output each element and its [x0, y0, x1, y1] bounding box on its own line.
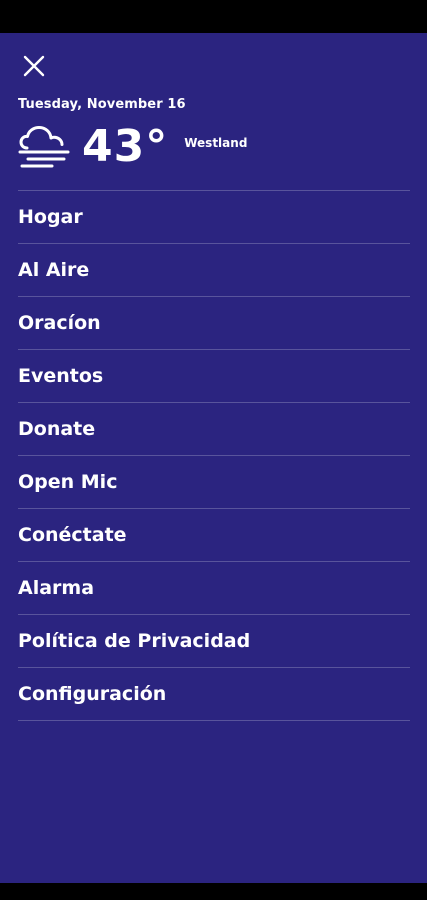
menu-item-eventos[interactable]: Eventos: [18, 350, 410, 403]
menu-item-al-aire[interactable]: Al Aire: [18, 244, 410, 297]
location-label: Westland: [184, 136, 248, 150]
menu-item-open-mic[interactable]: Open Mic: [18, 456, 410, 509]
menu-item-alarma[interactable]: Alarma: [18, 562, 410, 615]
menu-item-hogar[interactable]: Hogar: [18, 191, 410, 244]
menu-item-donate[interactable]: Donate: [18, 403, 410, 456]
status-bar: [0, 0, 427, 33]
menu-item-privacy-policy[interactable]: Política de Privacidad: [18, 615, 410, 668]
temperature: 43°: [82, 121, 169, 172]
menu-item-configuracion[interactable]: Configuración: [18, 668, 410, 721]
menu-item-conectate[interactable]: Conéctate: [18, 509, 410, 562]
menu-item-oracion[interactable]: Oracíon: [18, 297, 410, 350]
system-navigation-bar: [0, 883, 427, 900]
navigation-drawer: Tuesday, November 16 43° Westland Hogar …: [0, 33, 427, 883]
close-icon: [23, 55, 45, 77]
fog-cloud-icon: [18, 126, 70, 168]
weather-summary: 43° Westland: [18, 121, 247, 173]
weather-date: Tuesday, November 16: [18, 97, 186, 112]
close-button[interactable]: [16, 48, 52, 84]
menu-list: Hogar Al Aire Oracíon Eventos Donate Ope…: [18, 190, 410, 721]
